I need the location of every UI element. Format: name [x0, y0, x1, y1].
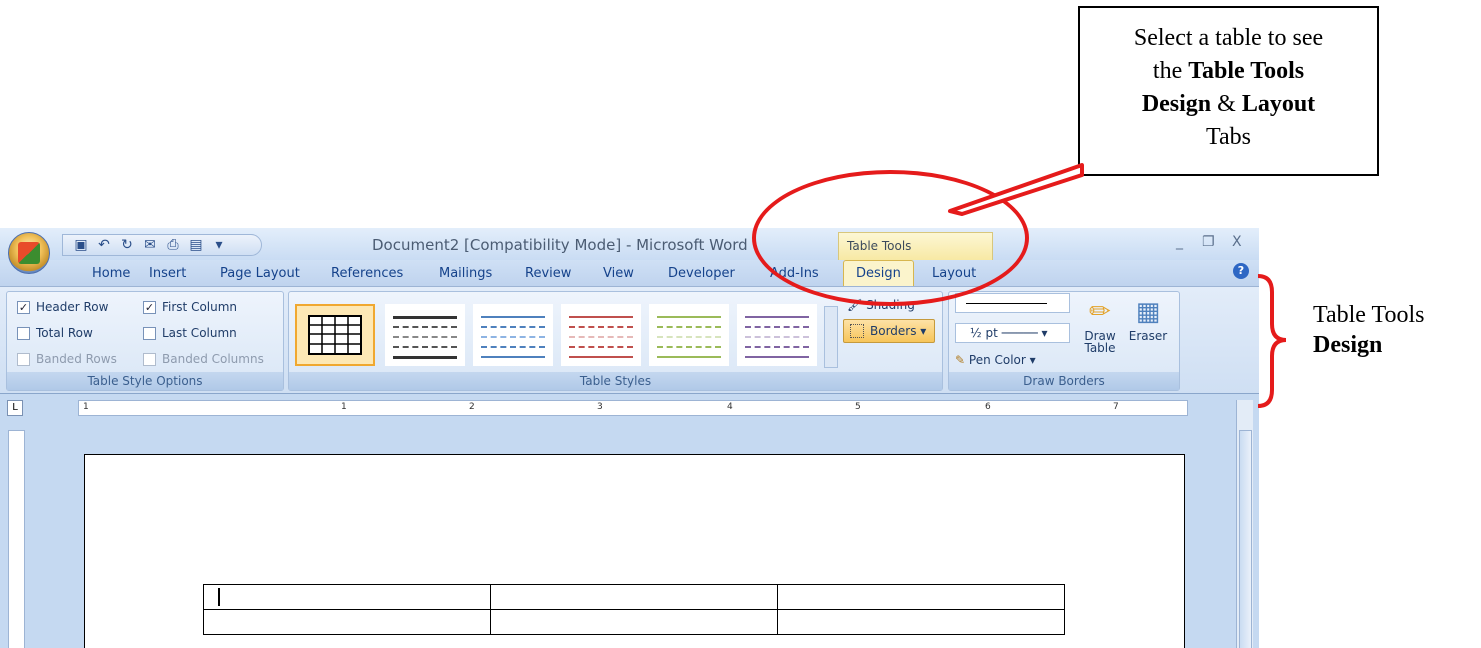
- brace-annotation: [1257, 274, 1287, 408]
